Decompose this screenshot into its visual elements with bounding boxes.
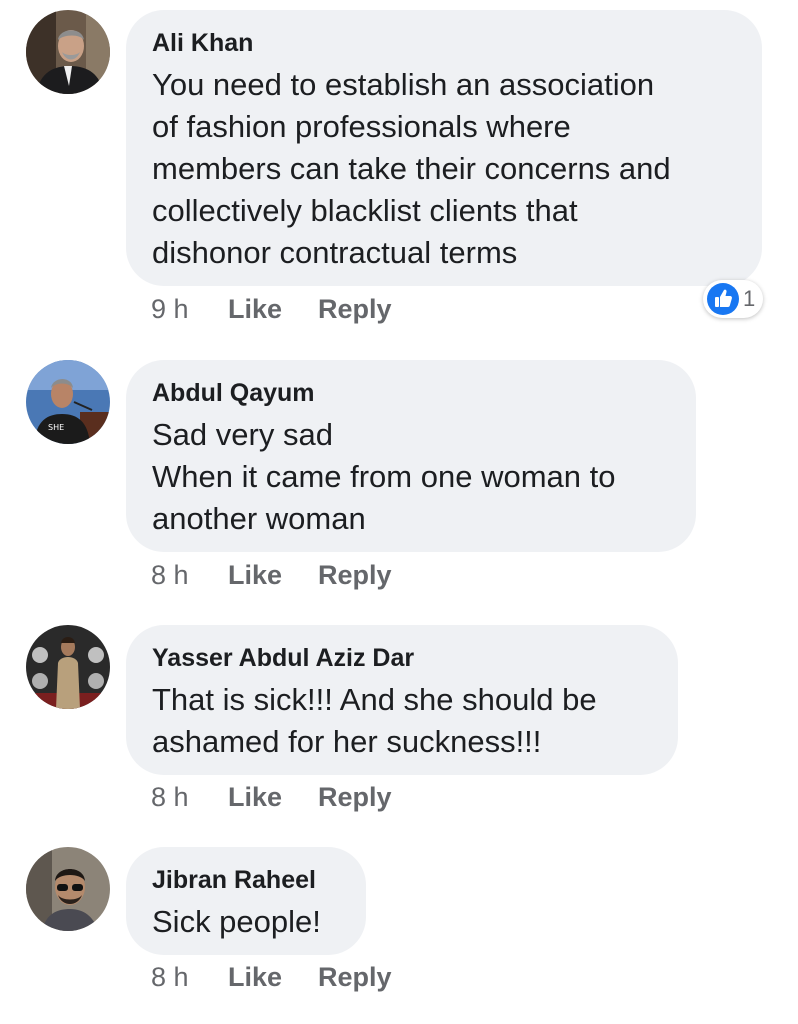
comment-timestamp[interactable]: 8 h xyxy=(151,960,189,994)
comment-bubble: Yasser Abdul Aziz Dar That is sick!!! An… xyxy=(126,625,678,775)
reply-button[interactable]: Reply xyxy=(318,558,392,592)
comment-author[interactable]: Yasser Abdul Aziz Dar xyxy=(152,643,654,673)
comment-timestamp[interactable]: 9 h xyxy=(151,292,189,326)
like-icon xyxy=(707,283,739,315)
like-button[interactable]: Like xyxy=(228,960,282,994)
comment-bubble: Ali Khan You need to establish an associ… xyxy=(126,10,762,286)
like-button[interactable]: Like xyxy=(228,558,282,592)
reply-button[interactable]: Reply xyxy=(318,292,392,326)
comment-bubble: Abdul Qayum Sad very sad When it came fr… xyxy=(126,360,696,552)
avatar[interactable] xyxy=(26,847,110,931)
comment-text: Sick people! xyxy=(152,904,321,939)
comment-text: Sad very sad When it came from one woman… xyxy=(152,417,616,536)
comment-timestamp[interactable]: 8 h xyxy=(151,558,189,592)
comment-text: That is sick!!! And she should be ashame… xyxy=(152,682,597,759)
avatar[interactable] xyxy=(26,625,110,709)
svg-text:SHE: SHE xyxy=(48,423,64,432)
avatar[interactable] xyxy=(26,10,110,94)
reaction-count: 1 xyxy=(743,286,756,311)
avatar[interactable]: SHE xyxy=(26,360,110,444)
comment-timestamp[interactable]: 8 h xyxy=(151,780,189,814)
reply-button[interactable]: Reply xyxy=(318,780,392,814)
comment-text: You need to establish an association of … xyxy=(152,67,671,270)
comment-author[interactable]: Jibran Raheel xyxy=(152,865,342,895)
like-button[interactable]: Like xyxy=(228,780,282,814)
comment-author[interactable]: Abdul Qayum xyxy=(152,378,672,408)
comment-bubble: Jibran Raheel Sick people! xyxy=(126,847,366,955)
like-button[interactable]: Like xyxy=(228,292,282,326)
reply-button[interactable]: Reply xyxy=(318,960,392,994)
comment-author[interactable]: Ali Khan xyxy=(152,28,738,58)
reaction-summary[interactable]: 1 xyxy=(703,280,763,318)
